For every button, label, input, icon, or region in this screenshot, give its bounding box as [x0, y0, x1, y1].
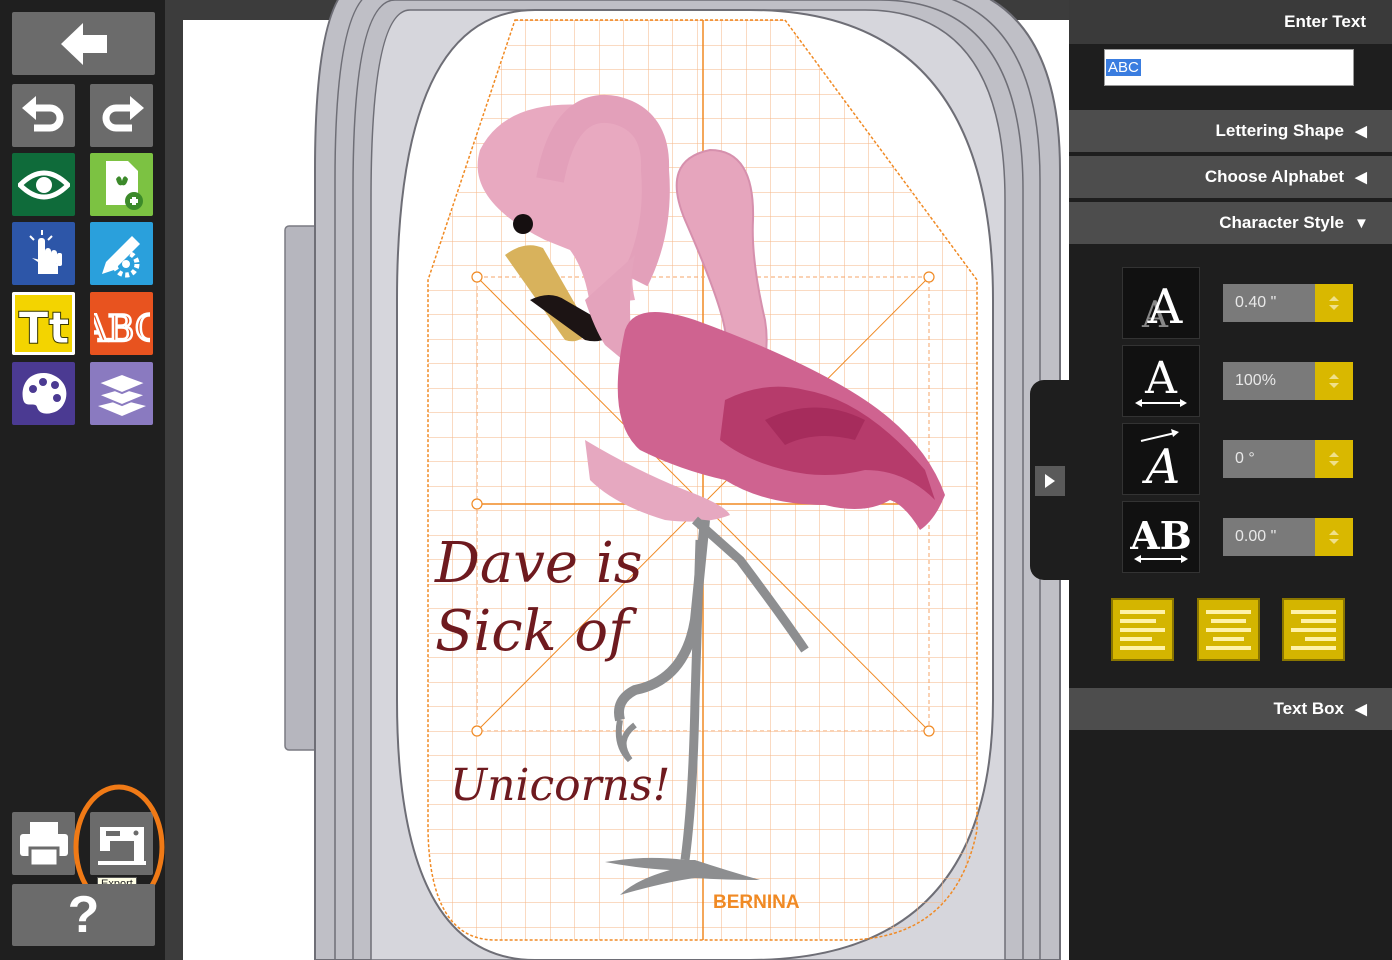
app-window: Tt ABC ? Dave is Sick of Unicorns! BERNI…: [0, 0, 1392, 960]
char-spacing-stepper[interactable]: [1315, 518, 1353, 556]
char-spacing-icon: AB: [1123, 502, 1199, 572]
lettering-shape-label: Lettering Shape: [1215, 121, 1344, 140]
choose-alphabet-header[interactable]: Choose Alphabet ◀: [1069, 156, 1392, 198]
align-right-button[interactable]: [1282, 598, 1345, 661]
char-spacing-value: 0.00 ": [1235, 528, 1277, 545]
char-spacing-spinbox[interactable]: 0.00 ": [1223, 518, 1353, 556]
char-slant-spinbox[interactable]: 0 °: [1223, 440, 1353, 478]
choose-alphabet-label: Choose Alphabet: [1204, 167, 1344, 186]
help-button[interactable]: ?: [12, 884, 155, 946]
svg-text:A: A: [1142, 439, 1181, 489]
print-button[interactable]: [12, 812, 75, 875]
enter-text-title: Enter Text: [1284, 12, 1366, 31]
redo-button[interactable]: [90, 84, 153, 147]
char-spacing-row: AB 0.00 ": [1123, 502, 1392, 572]
layers-icon: [95, 372, 148, 416]
add-file-icon: [105, 160, 143, 210]
brand-logo: BERNINA: [713, 892, 800, 913]
text-tt-icon: Tt: [17, 302, 69, 349]
char-width-icon: A: [1123, 346, 1199, 416]
char-width-row: A 100%: [1123, 346, 1392, 416]
triangle-left-icon: ◀: [1355, 123, 1367, 140]
char-slant-icon: A: [1123, 424, 1199, 494]
triangle-down-icon: ▼: [1354, 214, 1369, 232]
char-width-stepper[interactable]: [1315, 362, 1353, 400]
abc-monogram-icon: ABC: [94, 307, 150, 349]
svg-text:A: A: [1147, 279, 1184, 331]
pencil-gear-icon: [101, 235, 140, 277]
align-center-button[interactable]: [1197, 598, 1260, 661]
design-text-line-3[interactable]: Unicorns!: [450, 760, 670, 811]
char-size-row: A A 0.40 ": [1123, 268, 1392, 338]
view-button[interactable]: [12, 153, 75, 216]
design-text-line-1[interactable]: Dave is: [434, 531, 643, 596]
svg-text:A: A: [1144, 353, 1178, 404]
enter-text-header: Enter Text: [1069, 0, 1392, 44]
eye-icon: [17, 170, 70, 199]
svg-text:AB: AB: [1130, 513, 1192, 558]
text-box-header[interactable]: Text Box ◀: [1069, 688, 1392, 730]
triangle-left-icon: ◀: [1355, 169, 1367, 186]
char-size-icon: A A: [1123, 268, 1199, 338]
lettering-shape-header[interactable]: Lettering Shape ◀: [1069, 110, 1392, 152]
left-toolbar: Tt ABC ?: [0, 0, 165, 960]
text-box-label: Text Box: [1273, 699, 1344, 718]
char-size-stepper[interactable]: [1315, 284, 1353, 322]
triangle-left-icon: ◀: [1355, 701, 1367, 718]
hoop-design: Dave is Sick of Unicorns! BERNINA: [284, 0, 1061, 960]
char-slant-value: 0 °: [1235, 450, 1255, 467]
color-button[interactable]: [12, 362, 75, 425]
undo-icon: [21, 95, 63, 131]
design-canvas[interactable]: Dave is Sick of Unicorns! BERNINA: [165, 0, 1069, 960]
printer-icon: [19, 821, 68, 867]
text-input[interactable]: ABC: [1104, 49, 1354, 86]
align-left-button[interactable]: [1111, 598, 1174, 661]
layers-button[interactable]: [90, 362, 153, 425]
edit-button[interactable]: [90, 222, 153, 285]
text-button[interactable]: Tt: [12, 292, 75, 355]
text-input-value: ABC: [1106, 59, 1141, 76]
char-size-value: 0.40 ": [1235, 294, 1277, 311]
panel-toggle-button[interactable]: [1035, 466, 1065, 496]
design-text-line-2[interactable]: Sick of: [435, 599, 638, 664]
hand-pointer-icon: [28, 229, 62, 274]
add-design-button[interactable]: [90, 153, 153, 216]
back-button[interactable]: [12, 12, 155, 75]
character-style-label: Character Style: [1219, 213, 1344, 232]
select-button[interactable]: [12, 222, 75, 285]
char-slant-stepper[interactable]: [1315, 440, 1353, 478]
svg-text:ABC: ABC: [94, 309, 150, 349]
arrow-left-icon: [60, 22, 107, 65]
char-slant-row: A 0 °: [1123, 424, 1392, 494]
undo-button[interactable]: [12, 84, 75, 147]
redo-icon: [102, 95, 144, 131]
character-style-header[interactable]: Character Style ▼: [1069, 202, 1392, 244]
monogram-button[interactable]: ABC: [90, 292, 153, 355]
char-size-spinbox[interactable]: 0.40 ": [1223, 284, 1353, 322]
palette-icon: [22, 372, 66, 414]
right-panel: Enter Text ABC Lettering Shape ◀ Choose …: [1069, 0, 1392, 960]
triangle-right-icon: [1045, 474, 1055, 488]
char-width-spinbox[interactable]: 100%: [1223, 362, 1353, 400]
char-width-value: 100%: [1235, 372, 1276, 389]
svg-text:Tt: Tt: [18, 303, 69, 349]
